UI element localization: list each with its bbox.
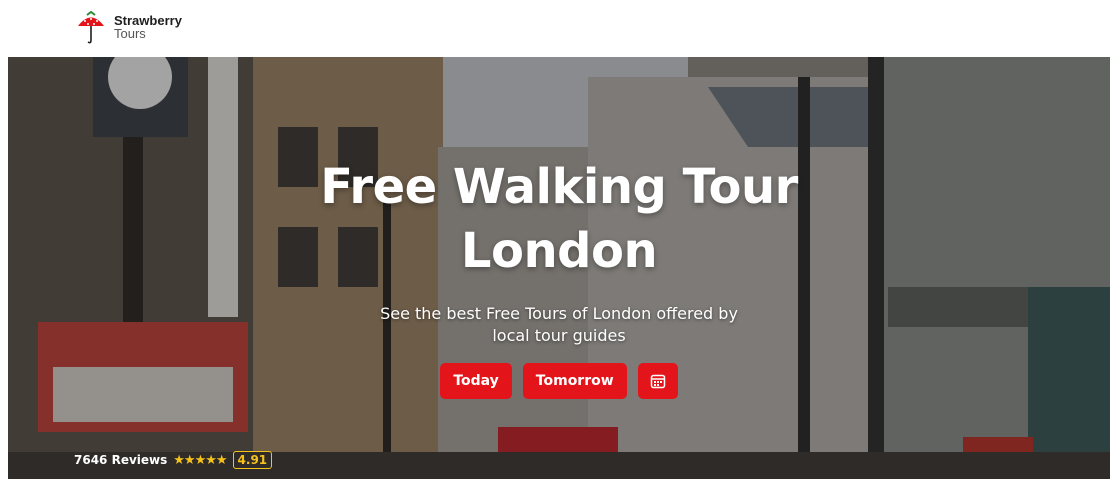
rating-stars: ★★★★★ <box>173 452 227 468</box>
date-buttons: Today Tomorrow <box>8 363 1110 399</box>
tomorrow-button[interactable]: Tomorrow <box>522 363 627 399</box>
hero-title: Free Walking Tour London <box>320 159 798 279</box>
logo[interactable]: Strawberry Tours <box>76 11 182 45</box>
today-button[interactable]: Today <box>440 363 512 399</box>
review-count: 7646 Reviews <box>74 453 168 467</box>
strawberry-umbrella-icon <box>78 11 104 44</box>
hero-banner: Free Walking Tour London See the best Fr… <box>8 57 1110 479</box>
brand-sub: Tours <box>114 26 146 41</box>
reviews-summary: 7646 Reviews ★★★★★ 4.91 <box>74 451 273 469</box>
calendar-icon <box>650 374 665 389</box>
hero-content: Free Walking Tour London See the best Fr… <box>8 155 1110 399</box>
rating-badge: 4.91 <box>232 451 273 469</box>
calendar-button[interactable] <box>637 363 678 399</box>
top-bar: Strawberry Tours <box>0 0 1110 57</box>
logo-text: Strawberry Tours <box>114 11 182 40</box>
hero-subtitle: See the best Free Tours of London offere… <box>380 304 738 345</box>
